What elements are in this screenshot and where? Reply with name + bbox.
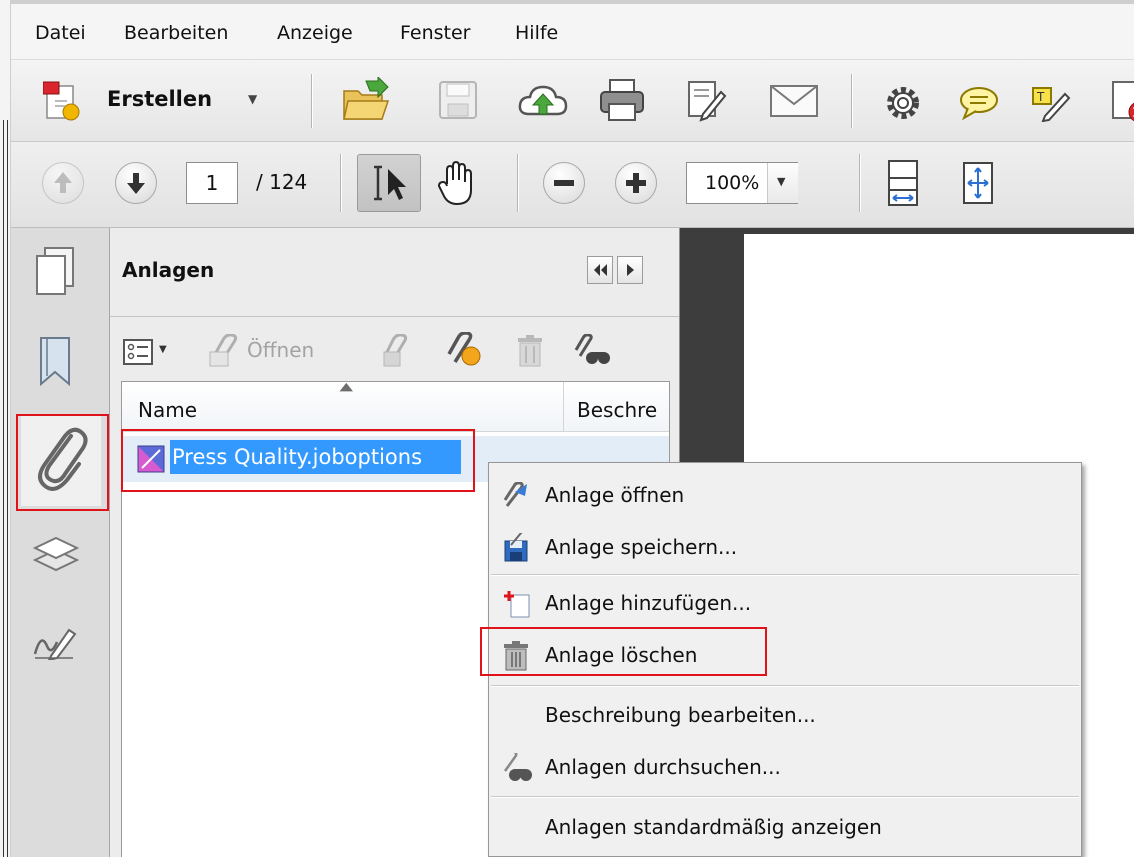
zoom-in-button[interactable]: [615, 162, 657, 204]
menu-fenster[interactable]: Fenster: [400, 22, 470, 44]
svg-text:T: T: [1036, 90, 1045, 104]
minus-icon: [554, 180, 574, 186]
text-select-cursor-icon: [374, 165, 406, 201]
save-attachment-icon[interactable]: [378, 333, 412, 368]
menu-bar: Datei Bearbeiten Anzeige Fenster Hilfe: [11, 4, 1134, 60]
bookmarks-icon[interactable]: [37, 336, 73, 387]
open-folder-icon[interactable]: [342, 75, 390, 123]
gear-icon[interactable]: [884, 84, 922, 122]
menu-hilfe[interactable]: Hilfe: [515, 22, 558, 44]
arrow-down-icon: [127, 173, 145, 194]
create-pdf-icon[interactable]: [42, 80, 83, 122]
next-page-button[interactable]: [115, 162, 157, 204]
text-annotation-icon[interactable]: T: [1031, 84, 1073, 123]
fit-width-icon[interactable]: [886, 158, 920, 208]
delete-attachment-icon[interactable]: [516, 334, 544, 368]
page-total-label: / 124: [256, 170, 308, 194]
navigation-toolbar: 1 / 124 100% ▼: [11, 142, 1134, 228]
remove-document-icon[interactable]: [1109, 80, 1134, 124]
save-attachment-icon: [501, 529, 531, 563]
comment-icon[interactable]: [958, 86, 1000, 121]
open-attachment-icon[interactable]: [206, 333, 242, 368]
menu-item-label: Anlage speichern...: [545, 535, 738, 559]
column-header-name[interactable]: Name: [138, 398, 197, 422]
create-dropdown-arrow-icon[interactable]: ▼: [248, 92, 257, 106]
menu-bearbeiten[interactable]: Bearbeiten: [124, 22, 228, 44]
highlight-selected-file: [121, 429, 475, 492]
email-icon[interactable]: [769, 84, 819, 118]
menu-datei[interactable]: Datei: [35, 22, 86, 44]
menu-item-open-attachment[interactable]: Anlage öffnen: [491, 471, 1079, 519]
menu-item-edit-description[interactable]: Beschreibung bearbeiten...: [491, 691, 1079, 739]
window-border-line: [3, 120, 4, 857]
sort-ascending-icon: ▲: [339, 380, 354, 393]
window-border-line: [7, 120, 8, 857]
chevron-right-icon: [627, 264, 634, 276]
panel-title: Anlagen: [122, 258, 215, 282]
menu-anzeige[interactable]: Anzeige: [277, 22, 353, 44]
main-toolbar: Erstellen ▼ T: [11, 60, 1134, 142]
add-attachment-icon: [501, 589, 531, 619]
page-number-input[interactable]: 1: [186, 162, 238, 204]
highlight-delete-item: [480, 627, 767, 676]
previous-page-button[interactable]: [42, 162, 84, 204]
collapse-panel-button[interactable]: [587, 256, 613, 284]
zoom-select[interactable]: 100% ▼: [686, 162, 798, 204]
panel-options-button[interactable]: [617, 256, 643, 284]
create-button[interactable]: Erstellen: [107, 87, 212, 111]
column-header-description[interactable]: Beschre: [577, 398, 657, 422]
search-attachments-icon[interactable]: [574, 333, 612, 368]
search-attachments-icon: [501, 750, 533, 783]
fit-page-icon[interactable]: [961, 160, 995, 206]
zoom-dropdown-button[interactable]: ▼: [767, 163, 798, 203]
layers-icon[interactable]: [32, 534, 80, 574]
page-thumbnails-icon[interactable]: [33, 246, 77, 296]
zoom-out-button[interactable]: [543, 162, 585, 204]
attachment-open-icon: [501, 481, 529, 510]
open-attachment-button[interactable]: Öffnen: [247, 338, 314, 362]
save-icon[interactable]: [438, 80, 478, 120]
arrow-up-icon: [54, 172, 72, 193]
menu-item-label: Anlage öffnen: [545, 483, 685, 507]
edit-document-icon[interactable]: [685, 80, 727, 122]
select-tool-button[interactable]: [357, 154, 421, 212]
menu-item-search-attachments[interactable]: Anlagen durchsuchen...: [491, 743, 1079, 791]
print-icon[interactable]: [599, 78, 645, 122]
menu-item-label: Anlagen standardmäßig anzeigen: [545, 815, 882, 839]
menu-item-add-attachment[interactable]: Anlage hinzufügen...: [491, 579, 1079, 627]
signatures-icon[interactable]: [33, 624, 77, 662]
menu-item-show-attachments-default[interactable]: Anlagen standardmäßig anzeigen: [491, 803, 1079, 851]
menu-item-label: Anlage hinzufügen...: [545, 591, 752, 615]
navigation-rail: [11, 228, 110, 857]
double-chevron-left-icon: [594, 264, 607, 276]
window-frame-left: [0, 0, 11, 857]
zoom-value: 100%: [705, 172, 760, 194]
plus-icon: [626, 173, 646, 193]
view-options-icon[interactable]: [123, 338, 155, 366]
menu-item-label: Anlagen durchsuchen...: [545, 755, 781, 779]
list-header: ▲ Name Beschre: [122, 380, 669, 432]
menu-item-save-attachment[interactable]: Anlage speichern...: [491, 523, 1079, 571]
highlight-attachments-tab: [16, 414, 109, 511]
chevron-down-icon: ▼: [777, 175, 786, 188]
menu-item-label: Beschreibung bearbeiten...: [545, 703, 816, 727]
add-attachment-icon[interactable]: [443, 331, 483, 368]
view-options-dropdown-icon[interactable]: ▼: [159, 344, 167, 355]
hand-tool-icon[interactable]: [437, 160, 479, 206]
cloud-upload-icon[interactable]: [517, 82, 569, 120]
